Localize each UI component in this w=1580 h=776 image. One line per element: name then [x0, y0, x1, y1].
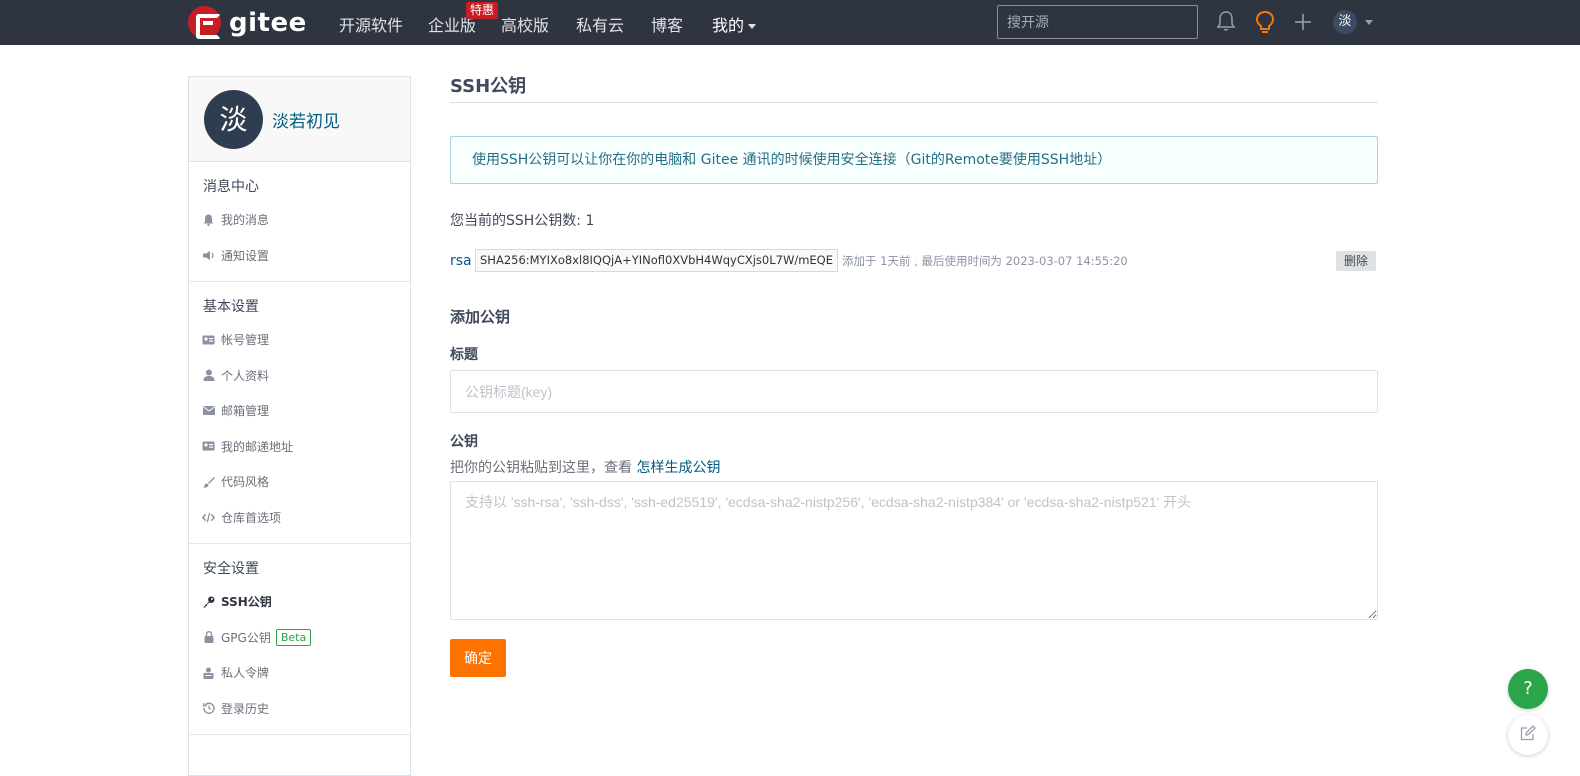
feedback-button[interactable] [1508, 715, 1548, 755]
sidebar-item-label: 私人令牌 [221, 666, 270, 681]
edit-icon [1520, 725, 1536, 745]
sidebar-item-gpg-keys[interactable]: GPG公钥 Beta [189, 620, 410, 656]
beta-badge: Beta [275, 628, 312, 646]
public-key-textarea[interactable] [450, 481, 1378, 620]
sidebar-item-label: GPG公钥 [221, 630, 271, 645]
sidebar-item-account[interactable]: 帐号管理 [189, 322, 410, 358]
section-basic-settings: 基本设置 帐号管理 个人资料 邮箱管理 我的邮递地址 代码风格 仓库首选项 [189, 282, 410, 544]
sidebar-item-address[interactable]: 我的邮递地址 [189, 429, 410, 465]
id-card-icon [202, 333, 215, 346]
add-key-heading: 添加公钥 [450, 308, 511, 326]
public-key-hint: 把你的公钥粘贴到这里，查看 怎样生成公钥 [450, 457, 1378, 477]
sidebar-item-ssh-keys[interactable]: SSH公钥 [189, 584, 410, 620]
delete-key-button[interactable]: 删除 [1335, 250, 1376, 271]
user-avatar[interactable]: 淡 [1333, 10, 1357, 34]
profile-name-link[interactable]: 淡若初见 [272, 107, 340, 132]
nav-education[interactable]: 高校版 [501, 12, 549, 36]
key-meta: 添加于 1天前 , 最后使用时间为 2023-03-07 14:55:20 [842, 253, 1128, 268]
logo-text: gitee [229, 7, 307, 38]
profile-card: 淡 淡若初见 [189, 77, 410, 162]
code-icon [202, 511, 215, 524]
avatar[interactable]: 淡 [204, 90, 263, 149]
plus-icon[interactable] [1294, 13, 1312, 35]
lock-icon [202, 631, 215, 644]
section-messages: 消息中心 我的消息 通知设置 [189, 162, 410, 282]
key-fingerprint: SHA256:MYIXo8xl8IQQjA+YINofl0XVbH4WqyCXj… [475, 249, 838, 272]
sidebar-item-label: 邮箱管理 [221, 404, 270, 419]
page-title: SSH公钥 [450, 70, 1378, 103]
nav-mine-dropdown[interactable]: 我的 [712, 12, 757, 36]
sidebar-item-my-messages[interactable]: 我的消息 [189, 202, 410, 238]
help-button[interactable]: ? [1508, 669, 1548, 709]
sidebar-item-label: 帐号管理 [221, 333, 270, 348]
bell-icon[interactable] [1216, 10, 1236, 36]
nav-mine-label: 我的 [712, 16, 745, 35]
main-content: SSH公钥 使用SSH公钥可以让你在你的电脑和 Gitee 通讯的时候使用安全连… [450, 70, 1378, 677]
nav-blog[interactable]: 博客 [651, 12, 683, 36]
megaphone-icon [202, 249, 215, 262]
sidebar-item-label: 仓库首选项 [221, 510, 282, 525]
how-to-generate-link[interactable]: 怎样生成公钥 [636, 460, 720, 476]
promo-badge: 特惠 [466, 2, 499, 19]
token-icon [202, 666, 215, 679]
sidebar-item-label: 代码风格 [221, 475, 270, 490]
bell-icon [202, 213, 215, 226]
section-title: 基本设置 [203, 299, 259, 315]
sidebar-item-label: 我的消息 [221, 213, 270, 228]
chevron-down-icon [748, 24, 757, 29]
search-input[interactable] [997, 5, 1198, 39]
chevron-down-icon[interactable] [1365, 20, 1373, 25]
sidebar-item-profile[interactable]: 个人资料 [189, 358, 410, 394]
sidebar-item-label: 通知设置 [221, 248, 270, 263]
key-type: rsa [450, 252, 472, 269]
sidebar-item-email[interactable]: 邮箱管理 [189, 393, 410, 429]
key-icon [202, 595, 215, 608]
sidebar-item-label: SSH公钥 [221, 595, 272, 610]
address-card-icon [202, 440, 215, 453]
sidebar-item-login-history[interactable]: 登录历史 [189, 691, 410, 727]
top-navbar: gitee 开源软件 企业版 特惠 高校版 私有云 博客 我的 淡 [0, 0, 1580, 45]
gitee-logo[interactable]: gitee [188, 6, 307, 39]
section-title: 安全设置 [203, 561, 259, 577]
gitee-logo-icon [188, 6, 221, 39]
submit-button[interactable]: 确定 [450, 639, 506, 677]
hint-text: 把你的公钥粘贴到这里，查看 [450, 460, 637, 476]
title-label: 标题 [450, 347, 478, 363]
sidebar-item-label: 个人资料 [221, 368, 270, 383]
sidebar-item-notification-settings[interactable]: 通知设置 [189, 238, 410, 274]
settings-sidebar: 淡 淡若初见 消息中心 我的消息 通知设置 基本设置 帐号管理 个人资料 邮箱管… [188, 76, 411, 776]
section-title: 消息中心 [203, 179, 259, 195]
section-security-settings: 安全设置 SSH公钥 GPG公钥 Beta 私人令牌 登录历史 [189, 544, 410, 735]
public-key-label: 公钥 [450, 434, 478, 450]
lightbulb-icon[interactable] [1255, 10, 1275, 38]
key-title-input[interactable] [450, 370, 1378, 413]
ssh-key-count: 您当前的SSH公钥数: 1 [450, 213, 595, 229]
sidebar-item-private-tokens[interactable]: 私人令牌 [189, 655, 410, 691]
sidebar-item-code-style[interactable]: 代码风格 [189, 464, 410, 500]
info-message: 使用SSH公钥可以让你在你的电脑和 Gitee 通讯的时候使用安全连接（Git的… [450, 136, 1378, 184]
brush-icon [202, 475, 215, 488]
sidebar-item-repo-preferences[interactable]: 仓库首选项 [189, 500, 410, 536]
sidebar-item-label: 我的邮递地址 [221, 439, 294, 454]
user-icon [202, 369, 215, 382]
sidebar-item-label: 登录历史 [221, 701, 270, 716]
nav-open-source[interactable]: 开源软件 [339, 12, 403, 36]
ssh-key-row: rsa SHA256:MYIXo8xl8IQQjA+YINofl0XVbH4Wq… [450, 248, 1378, 273]
nav-private-cloud[interactable]: 私有云 [576, 12, 624, 36]
envelope-icon [202, 404, 215, 417]
history-icon [202, 702, 215, 715]
